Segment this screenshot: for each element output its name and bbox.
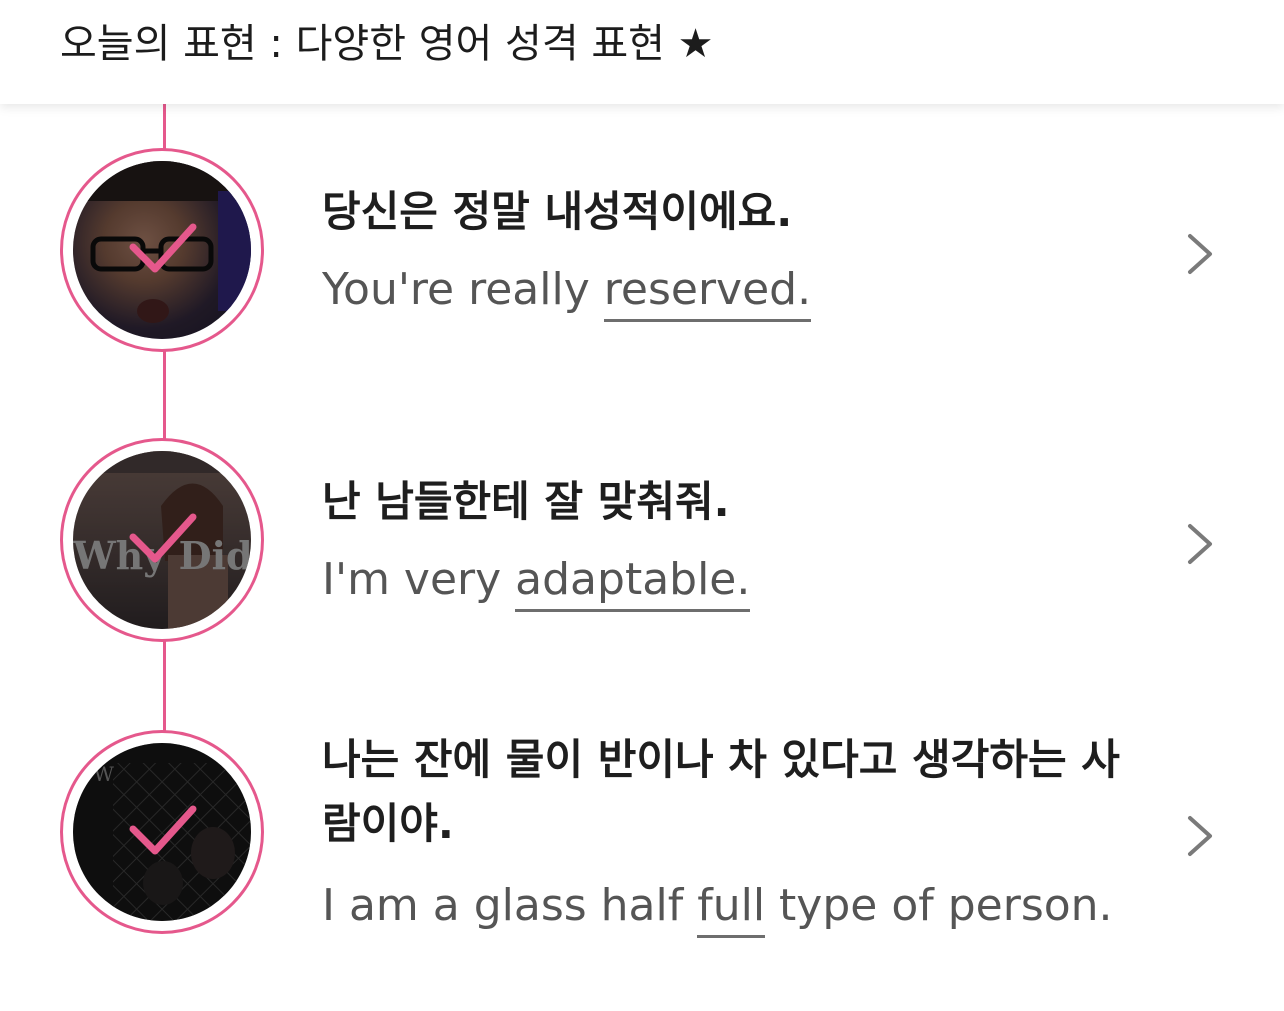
english-sentence: I am a glass half full type of person. — [322, 876, 1113, 938]
highlighted-word: adaptable. — [515, 554, 751, 612]
check-icon — [129, 223, 197, 273]
expression-list-item[interactable]: 당신은 정말 내성적이에요. You're really reserved. — [0, 104, 1284, 396]
avatar-ring[interactable]: OW — [60, 730, 264, 934]
chevron-right-icon[interactable] — [1182, 812, 1218, 860]
man-with-glasses-thumbnail — [73, 161, 251, 339]
avatar-ring[interactable] — [60, 148, 264, 352]
woman-video-thumbnail: Why Did — [73, 451, 251, 629]
highlighted-word: full — [697, 880, 766, 938]
expression-list-item[interactable]: OW 나는 잔에 물이 반이나 차 있다고 생각하는 사람이야. I am a … — [0, 688, 1284, 1011]
english-text-after: type of person. — [765, 880, 1113, 931]
avatar-ring[interactable]: Why Did — [60, 438, 264, 642]
dark-fence-thumbnail: OW — [73, 743, 251, 921]
highlighted-word: reserved. — [603, 264, 812, 322]
english-text: I am a glass half — [322, 880, 698, 931]
check-icon — [129, 513, 197, 563]
english-text: You're really — [322, 264, 604, 315]
korean-sentence: 당신은 정말 내성적이에요. — [322, 187, 793, 236]
check-icon — [129, 805, 197, 855]
page-title: 오늘의 표현 : 다양한 영어 성격 표현 ★ — [60, 21, 714, 67]
chevron-right-icon[interactable] — [1182, 520, 1218, 568]
chevron-right-icon[interactable] — [1182, 230, 1218, 278]
expression-list-item[interactable]: Why Did 난 남들한테 잘 맞춰줘. I'm very adaptable… — [0, 396, 1284, 688]
english-sentence: You're really reserved. — [322, 260, 812, 322]
top-bar: 오늘의 표현 : 다양한 영어 성격 표현 ★ — [0, 0, 1284, 104]
korean-sentence: 나는 잔에 물이 반이나 차 있다고 생각하는 사람이야. — [322, 735, 1120, 848]
korean-sentence: 난 남들한테 잘 맞춰줘. — [322, 477, 730, 526]
english-sentence: I'm very adaptable. — [322, 550, 751, 612]
english-text: I'm very — [322, 554, 516, 605]
